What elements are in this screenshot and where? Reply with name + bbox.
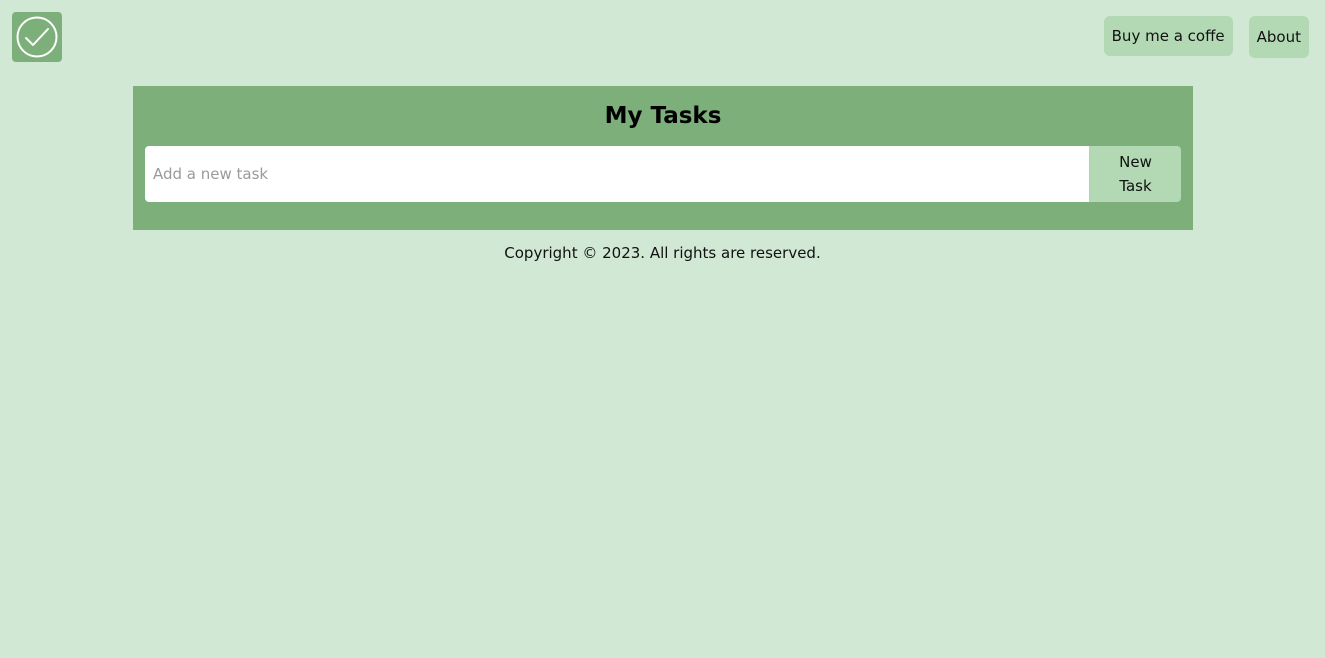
tasks-panel: My Tasks New Task xyxy=(133,86,1193,230)
footer-copyright: Copyright © 2023. All rights are reserve… xyxy=(504,244,821,262)
top-bar: Buy me a coffe About xyxy=(0,0,1325,86)
new-task-input[interactable] xyxy=(145,146,1089,202)
about-button[interactable]: About xyxy=(1248,16,1309,58)
check-circle-icon xyxy=(16,16,58,58)
new-task-form: New Task xyxy=(145,146,1181,202)
logo[interactable] xyxy=(12,12,62,62)
new-task-button[interactable]: New Task xyxy=(1089,146,1181,202)
page-title: My Tasks xyxy=(604,103,722,129)
top-nav: Buy me a coffe About xyxy=(1103,16,1309,58)
buy-me-a-coffee-button[interactable]: Buy me a coffe xyxy=(1103,16,1233,56)
